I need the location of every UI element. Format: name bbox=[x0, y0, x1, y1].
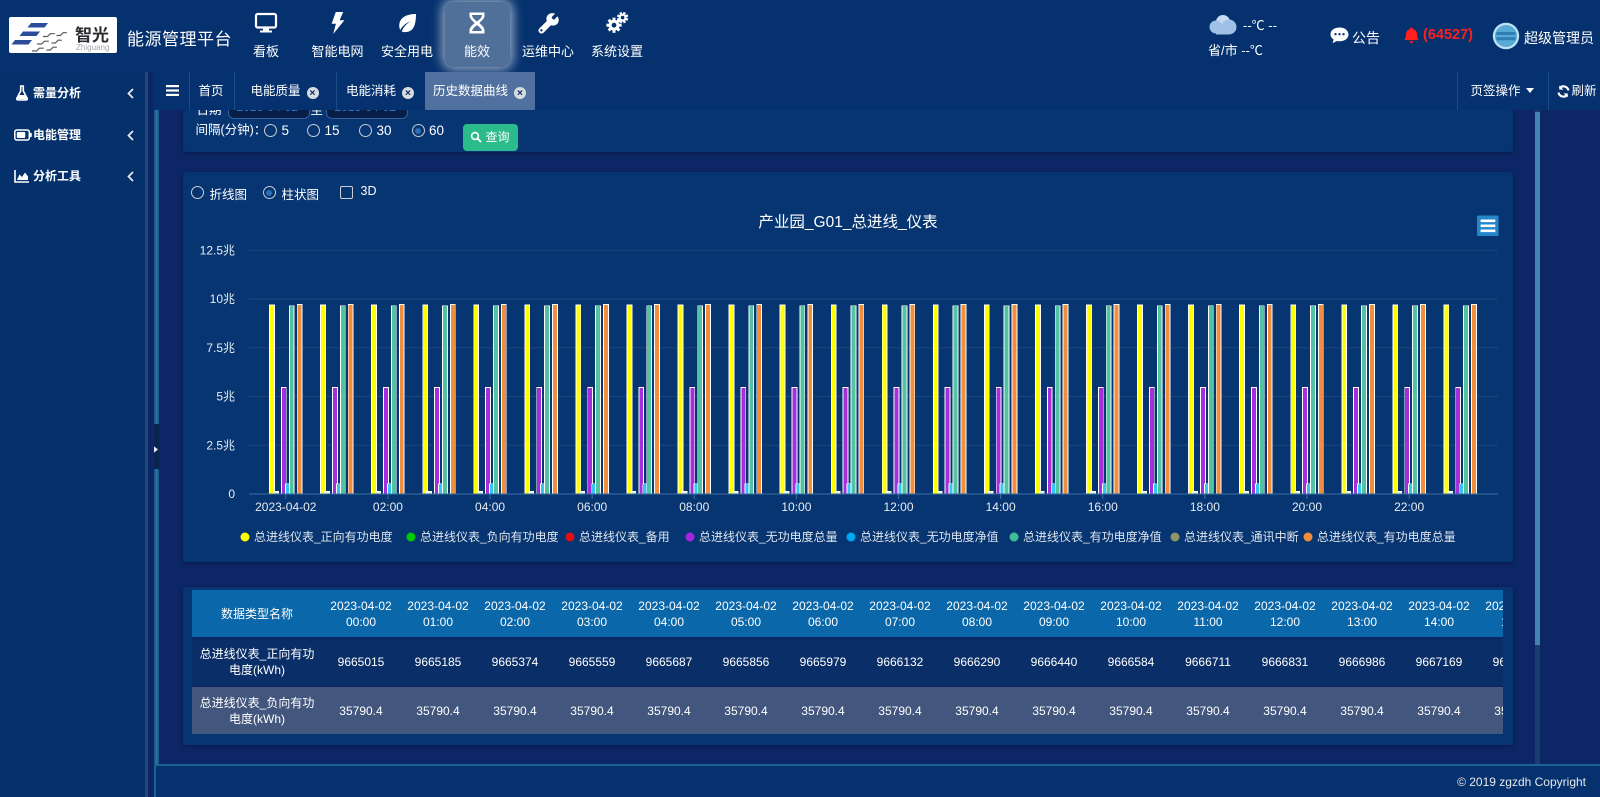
svg-text:5兆: 5兆 bbox=[216, 390, 235, 404]
svg-text:02:00: 02:00 bbox=[372, 500, 402, 514]
svg-text:10:00: 10:00 bbox=[781, 500, 811, 514]
svg-text:12.5兆: 12.5兆 bbox=[199, 243, 234, 257]
svg-text:18:00: 18:00 bbox=[1189, 500, 1219, 514]
svg-text:总进线仪表_通讯中断: 总进线仪表_通讯中断 bbox=[1184, 529, 1299, 544]
svg-text:22:00: 22:00 bbox=[1394, 500, 1424, 514]
svg-text:总进线仪表_备用: 总进线仪表_备用 bbox=[579, 530, 670, 544]
svg-text:产业园_G01_总进线_仪表: 产业园_G01_总进线_仪表 bbox=[758, 213, 937, 231]
svg-text:总进线仪表_负向有功电度: 总进线仪表_负向有功电度 bbox=[420, 529, 559, 544]
svg-text:7.5兆: 7.5兆 bbox=[206, 341, 235, 355]
svg-text:04:00: 04:00 bbox=[475, 500, 505, 514]
svg-text:14:00: 14:00 bbox=[985, 500, 1015, 514]
svg-text:06:00: 06:00 bbox=[577, 500, 607, 514]
svg-text:总进线仪表_有功电度净值: 总进线仪表_有功电度净值 bbox=[1023, 529, 1162, 544]
svg-text:总进线仪表_正向有功电度: 总进线仪表_正向有功电度 bbox=[254, 529, 393, 544]
svg-text:08:00: 08:00 bbox=[679, 500, 709, 514]
svg-text:0: 0 bbox=[228, 487, 235, 501]
svg-text:2.5兆: 2.5兆 bbox=[206, 438, 235, 452]
svg-text:总进线仪表_有功电度总量: 总进线仪表_有功电度总量 bbox=[1317, 529, 1456, 544]
svg-text:16:00: 16:00 bbox=[1087, 500, 1117, 514]
svg-text:总进线仪表_无功电度净值: 总进线仪表_无功电度净值 bbox=[860, 529, 999, 544]
svg-text:Zhiguang: Zhiguang bbox=[76, 43, 109, 52]
svg-text:12:00: 12:00 bbox=[883, 500, 913, 514]
svg-text:总进线仪表_无功电度总量: 总进线仪表_无功电度总量 bbox=[699, 529, 838, 544]
svg-text:2023-04-02: 2023-04-02 bbox=[255, 500, 317, 514]
svg-text:20:00: 20:00 bbox=[1291, 500, 1321, 514]
svg-text:智光: 智光 bbox=[75, 25, 109, 45]
svg-text:10兆: 10兆 bbox=[209, 292, 234, 306]
